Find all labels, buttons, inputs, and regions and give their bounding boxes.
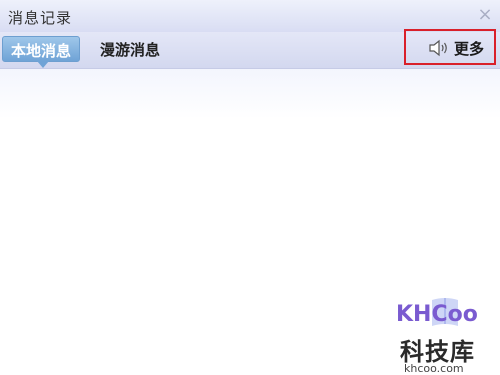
tab-label: 本地消息 <box>10 42 71 60</box>
more-button[interactable]: 更多 <box>404 29 496 65</box>
message-history-window: 消息记录 × 本地消息 漫游消息 更多 KHCoo 科技库 khcoo.com <box>0 0 500 375</box>
tab-local-messages[interactable]: 本地消息 <box>2 36 80 68</box>
tab-label: 漫游消息 <box>99 41 160 59</box>
watermark-url: khcoo.com <box>404 362 464 375</box>
more-label: 更多 <box>454 40 485 58</box>
window-title: 消息记录 <box>8 9 73 27</box>
close-icon[interactable]: × <box>476 6 494 24</box>
content-header-band <box>0 69 500 119</box>
speaker-icon <box>429 39 447 57</box>
watermark-brand: KHCoo <box>396 302 478 327</box>
title-bar[interactable]: 消息记录 × <box>0 0 500 32</box>
tab-roaming-messages[interactable]: 漫游消息 <box>92 36 168 60</box>
watermark-logo: KHCoo 科技库 khcoo.com <box>396 296 496 375</box>
active-tab-indicator <box>37 61 49 68</box>
